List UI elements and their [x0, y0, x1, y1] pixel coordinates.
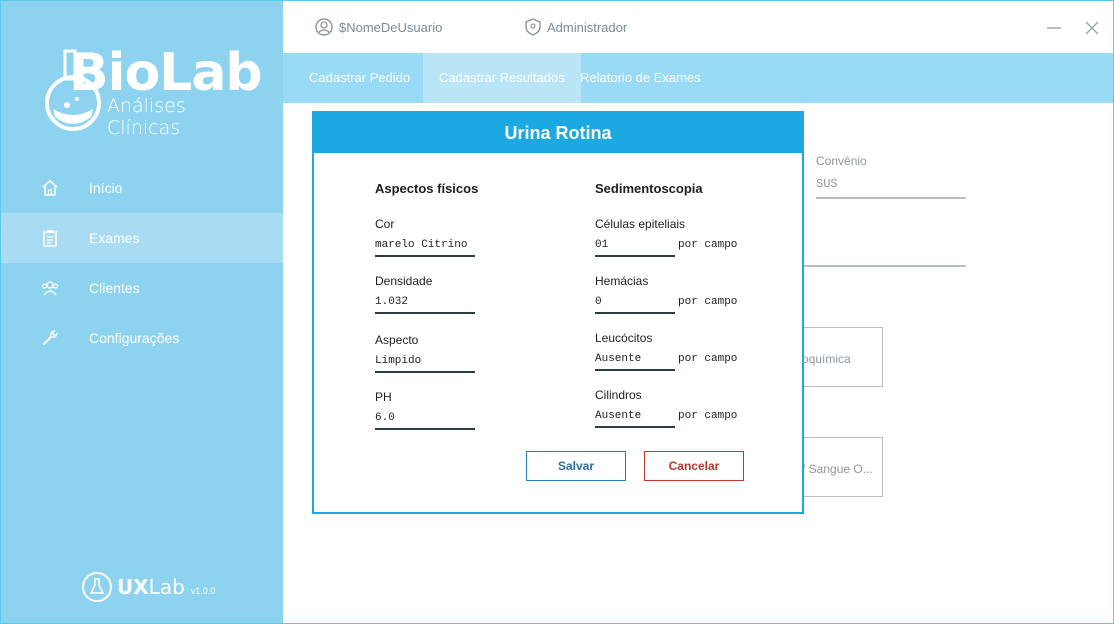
clipboard-icon: [43, 230, 57, 247]
role-info: Administrador: [525, 18, 627, 36]
save-button[interactable]: Salvar: [526, 451, 626, 481]
minimize-icon[interactable]: [1045, 19, 1063, 37]
leucocitos-input[interactable]: [595, 349, 675, 371]
user-info[interactable]: $NomeDeUsuario: [315, 18, 442, 36]
sidebar-item-inicio[interactable]: Início: [1, 163, 283, 213]
user-circle-icon: [315, 18, 333, 36]
cor-label: Cor: [375, 217, 395, 231]
sidebar-nav: Início Exames Clientes Configurações: [1, 163, 283, 363]
urina-rotina-dialog: Urina Rotina Aspectos físicos Sedimentos…: [312, 111, 804, 514]
version-label: v1.0.0: [190, 586, 216, 596]
densidade-input[interactable]: [375, 292, 475, 314]
close-icon[interactable]: [1083, 19, 1101, 37]
tab-relatorio-exames[interactable]: Relatorio de Exames: [564, 53, 717, 103]
convenio-label: Convênio: [816, 154, 867, 168]
biolab-logo: BioLab Análises Clínicas: [41, 41, 263, 141]
exam-card-label: oquímica: [802, 352, 851, 366]
aspecto-label: Aspecto: [375, 333, 419, 347]
logo-subtitle: Análises Clínicas: [107, 95, 186, 139]
ph-input[interactable]: [375, 408, 475, 430]
sidebar-item-exames[interactable]: Exames: [1, 213, 283, 263]
leucocitos-label: Leucócitos: [595, 331, 653, 345]
uxlab-footer: UXLab v1.0.0: [81, 571, 215, 603]
wrench-icon: [43, 329, 59, 345]
dialog-title: Urina Rotina: [314, 113, 802, 153]
role-label: Administrador: [547, 19, 628, 35]
cilindros-unit: por campo: [678, 410, 738, 422]
field-underline: [803, 265, 966, 267]
username-label: $NomeDeUsuario: [339, 19, 443, 35]
top-bar: $NomeDeUsuario Administrador: [283, 1, 1113, 53]
hemacias-label: Hemácias: [595, 274, 649, 288]
hemacias-unit: por campo: [678, 296, 738, 308]
home-icon: [42, 180, 58, 196]
cilindros-label: Cilindros: [595, 388, 642, 402]
uxlab-flask-icon: [82, 572, 112, 602]
sidebar-item-configuracoes[interactable]: Configurações: [1, 313, 283, 363]
celulas-epiteliais-unit: por campo: [678, 239, 738, 251]
aspecto-input[interactable]: [375, 351, 475, 373]
sidebar-item-label: Clientes: [89, 280, 140, 296]
sedimentoscopia-title: Sedimentoscopia: [595, 181, 703, 196]
convenio-underline: [816, 197, 966, 199]
aspectos-fisicos-title: Aspectos físicos: [375, 181, 479, 196]
logo-title: BioLab: [69, 43, 263, 103]
shield-icon: [525, 18, 541, 36]
tab-cadastrar-pedido[interactable]: Cadastrar Pedido: [293, 53, 426, 103]
leucocitos-unit: por campo: [678, 353, 738, 365]
sidebar-item-clientes[interactable]: Clientes: [1, 263, 283, 313]
celulas-epiteliais-label: Células epiteliais: [595, 217, 686, 231]
sidebar-item-label: Início: [89, 180, 123, 196]
densidade-label: Densidade: [375, 274, 433, 288]
hemacias-input[interactable]: [595, 292, 675, 314]
uxlab-brand-bold: UX: [117, 575, 149, 599]
ph-label: PH: [375, 390, 392, 404]
exam-card-label: / Sangue O...: [802, 462, 873, 476]
convenio-value[interactable]: SUS: [816, 177, 838, 191]
sidebar-item-label: Configurações: [89, 330, 180, 346]
uxlab-brand: UXLab: [117, 575, 185, 599]
users-icon: [41, 281, 59, 296]
celulas-epiteliais-input[interactable]: [595, 235, 675, 257]
sidebar: BioLab Análises Clínicas Início Exames C…: [1, 1, 283, 623]
app-window: BioLab Análises Clínicas Início Exames C…: [0, 0, 1114, 624]
tab-cadastrar-resultados[interactable]: Cadastrar Resultados: [423, 53, 581, 103]
cancel-button[interactable]: Cancelar: [644, 451, 744, 481]
tab-bar: Cadastrar Pedido Cadastrar Resultados Re…: [283, 53, 1113, 103]
sidebar-item-label: Exames: [89, 230, 140, 246]
cilindros-input[interactable]: [595, 406, 675, 428]
cor-input[interactable]: [375, 235, 475, 257]
uxlab-brand-rest: Lab: [148, 575, 185, 599]
